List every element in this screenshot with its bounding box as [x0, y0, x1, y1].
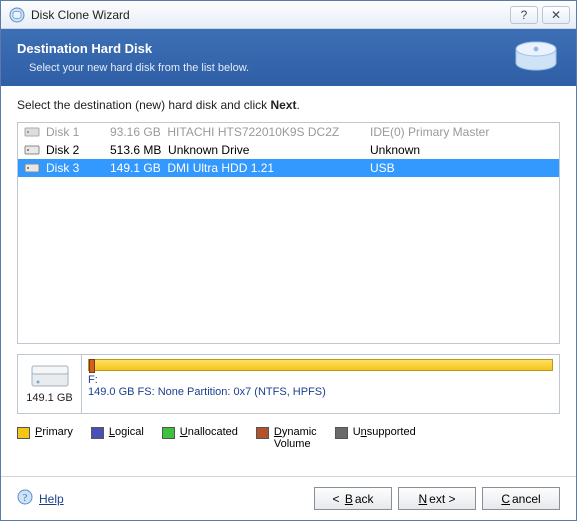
- help-icon: ?: [17, 489, 33, 508]
- disk-desc: 513.6 MB Unknown Drive: [110, 143, 370, 157]
- close-titlebar-button[interactable]: ✕: [542, 6, 570, 24]
- titlebar-buttons: ? ✕: [510, 6, 570, 24]
- footer: ? Help < Back Next > Cancel: [1, 476, 576, 520]
- swatch-unsupported: [335, 427, 348, 439]
- partition-handle[interactable]: [89, 359, 95, 373]
- next-button[interactable]: Next >: [398, 487, 476, 510]
- legend-primary: Primary: [17, 426, 73, 439]
- disk-name: Disk 1: [46, 125, 110, 139]
- wizard-window: Disk Clone Wizard ? ✕ Destination Hard D…: [0, 0, 577, 521]
- swatch-logical: [91, 427, 104, 439]
- disk-name: Disk 3: [46, 161, 110, 175]
- content-area: Select the destination (new) hard disk a…: [1, 86, 576, 476]
- wizard-banner: Destination Hard Disk Select your new ha…: [1, 29, 576, 86]
- cancel-button[interactable]: Cancel: [482, 487, 560, 510]
- legend: Primary Logical Unallocated DynamicVolum…: [17, 426, 560, 450]
- disk-row[interactable]: Disk 3 149.1 GB DMI Ultra HDD 1.21 USB: [18, 159, 559, 177]
- disk-thumbnail: 149.1 GB: [18, 355, 82, 413]
- partition-drive-letter: F:: [88, 374, 553, 386]
- svg-text:?: ?: [23, 493, 28, 504]
- disk-list[interactable]: Disk 1 93.16 GB HITACHI HTS722010K9S DC2…: [17, 122, 560, 344]
- partition-info: F: 149.0 GB FS: None Partition: 0x7 (NTF…: [82, 355, 559, 413]
- partition-details: 149.0 GB FS: None Partition: 0x7 (NTFS, …: [88, 386, 553, 398]
- disk-icon: [24, 126, 40, 138]
- disk-row[interactable]: Disk 1 93.16 GB HITACHI HTS722010K9S DC2…: [18, 123, 559, 141]
- legend-dynamic: DynamicVolume: [256, 426, 317, 450]
- legend-logical: Logical: [91, 426, 144, 439]
- back-button[interactable]: < Back: [314, 487, 392, 510]
- partition-bar[interactable]: [88, 359, 553, 371]
- disk-desc: 149.1 GB DMI Ultra HDD 1.21: [110, 161, 370, 175]
- window-title: Disk Clone Wizard: [31, 8, 510, 22]
- disk-icon: [24, 162, 40, 174]
- instruction-text: Select the destination (new) hard disk a…: [17, 98, 560, 112]
- swatch-dynamic: [256, 427, 269, 439]
- disk-interface: Unknown: [370, 143, 553, 157]
- disk-interface: IDE(0) Primary Master: [370, 125, 553, 139]
- banner-heading: Destination Hard Disk: [17, 41, 560, 56]
- banner-subtext: Select your new hard disk from the list …: [29, 62, 560, 74]
- legend-unsupported: Unsupported: [335, 426, 416, 439]
- hard-disk-icon: [512, 39, 560, 79]
- swatch-primary: [17, 427, 30, 439]
- disk-interface: USB: [370, 161, 553, 175]
- disk-name: Disk 2: [46, 143, 110, 157]
- disk-icon: [24, 144, 40, 156]
- legend-unallocated: Unallocated: [162, 426, 238, 439]
- disk-detail-panel: 149.1 GB F: 149.0 GB FS: None Partition:…: [17, 354, 560, 414]
- hard-disk-icon: [30, 364, 70, 390]
- disk-capacity: 149.1 GB: [26, 392, 72, 404]
- swatch-unallocated: [162, 427, 175, 439]
- titlebar: Disk Clone Wizard ? ✕: [1, 1, 576, 29]
- disk-row[interactable]: Disk 2 513.6 MB Unknown Drive Unknown: [18, 141, 559, 159]
- help-titlebar-button[interactable]: ?: [510, 6, 538, 24]
- help-link[interactable]: ? Help: [17, 489, 64, 508]
- app-icon: [9, 7, 25, 23]
- disk-desc: 93.16 GB HITACHI HTS722010K9S DC2Z: [110, 125, 370, 139]
